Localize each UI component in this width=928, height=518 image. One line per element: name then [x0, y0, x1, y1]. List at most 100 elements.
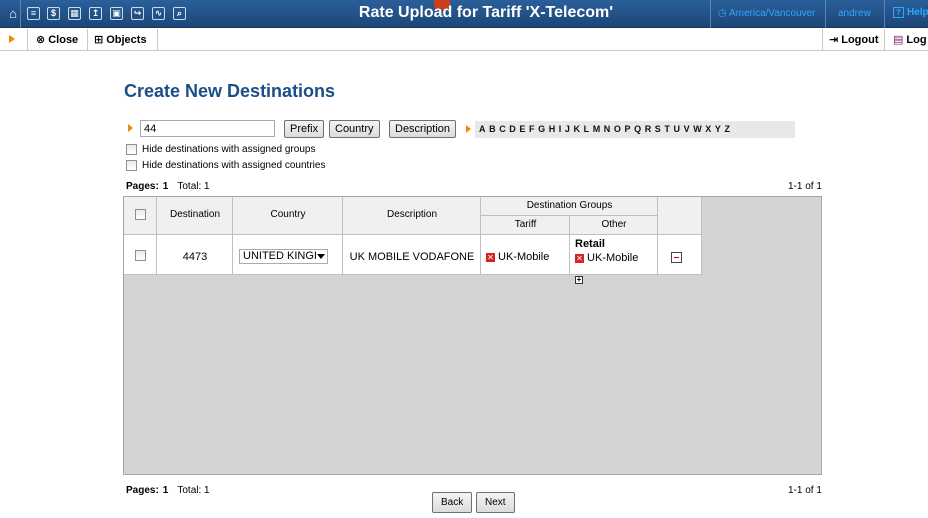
- close-button[interactable]: ⊗ Close: [36, 33, 78, 46]
- log-label: Log: [906, 34, 927, 46]
- country-header[interactable]: Country: [234, 209, 342, 220]
- letter-filter-w[interactable]: W: [693, 124, 702, 134]
- letter-filter-z[interactable]: Z: [725, 124, 731, 134]
- chart-icon[interactable]: ∿: [152, 7, 165, 20]
- user-link[interactable]: andrew: [838, 8, 871, 19]
- letter-filter-e[interactable]: E: [519, 124, 525, 134]
- add-group-icon[interactable]: +: [575, 276, 583, 284]
- col-divider: [701, 197, 702, 274]
- alphabet-letters: ABCDEFGHIJKLMNOPQRSTUVWXYZ: [479, 124, 734, 134]
- objects-label: Objects: [106, 34, 147, 46]
- search-icon[interactable]: ⌕: [173, 7, 186, 20]
- hide-groups-option[interactable]: Hide destinations with assigned groups: [126, 144, 315, 157]
- logout-label: Logout: [841, 34, 879, 46]
- country-select-value: UNITED KINGI: [243, 250, 317, 262]
- home-icon[interactable]: ⌂: [6, 6, 20, 21]
- help-icon: ?: [893, 7, 904, 18]
- destination-groups-header: Destination Groups: [526, 200, 613, 211]
- divider: [27, 29, 28, 51]
- letter-filter-t[interactable]: T: [664, 124, 670, 134]
- page-title: Create New Destinations: [124, 81, 336, 101]
- col-divider: [657, 197, 658, 274]
- grid-icon[interactable]: ▦: [68, 7, 81, 20]
- letter-filter-p[interactable]: P: [624, 124, 630, 134]
- total-label: Total: 1: [177, 485, 210, 496]
- pages-label: Pages:: [126, 485, 159, 496]
- letter-filter-s[interactable]: S: [655, 124, 661, 134]
- letter-filter-a[interactable]: A: [479, 124, 486, 134]
- help-link[interactable]: ? Help: [893, 7, 928, 18]
- country-button[interactable]: Country: [329, 120, 380, 138]
- upload-icon[interactable]: ↥: [89, 7, 102, 20]
- description-header[interactable]: Description: [344, 209, 480, 220]
- divider: [87, 29, 88, 51]
- letter-filter-u[interactable]: U: [674, 124, 681, 134]
- log-button[interactable]: ▤ Log: [893, 33, 927, 46]
- letter-filter-b[interactable]: B: [489, 124, 496, 134]
- logout-button[interactable]: ⇥ Logout: [829, 33, 878, 46]
- close-icon: ⊗: [36, 34, 46, 46]
- divider: [710, 0, 711, 28]
- remove-row-icon[interactable]: [671, 252, 682, 263]
- letter-filter-n[interactable]: N: [604, 124, 611, 134]
- page-number[interactable]: 1: [163, 181, 169, 192]
- description-button[interactable]: Description: [389, 120, 457, 138]
- search-input[interactable]: [140, 120, 275, 137]
- page-number[interactable]: 1: [163, 485, 169, 496]
- row-checkbox[interactable]: [135, 250, 146, 261]
- filter-arrow-icon: [128, 124, 133, 132]
- remove-group-icon[interactable]: ✕: [486, 253, 495, 262]
- hide-countries-label: Hide destinations with assigned countrie…: [142, 160, 326, 172]
- hide-countries-option[interactable]: Hide destinations with assigned countrie…: [126, 160, 325, 173]
- hide-groups-label: Hide destinations with assigned groups: [142, 144, 316, 156]
- divider: [20, 0, 21, 28]
- objects-icon: ⊞: [94, 34, 104, 46]
- image-icon[interactable]: ▣: [110, 7, 123, 20]
- letter-filter-h[interactable]: H: [549, 124, 556, 134]
- share-icon[interactable]: ↪: [131, 7, 144, 20]
- remove-group-icon[interactable]: ✕: [575, 254, 584, 263]
- next-button[interactable]: Next: [476, 492, 515, 513]
- objects-button[interactable]: ⊞ Objects: [94, 33, 147, 46]
- pages-label: Pages:: [126, 181, 159, 192]
- letter-filter-o[interactable]: O: [614, 124, 621, 134]
- letter-filter-v[interactable]: V: [684, 124, 690, 134]
- letter-filter-k[interactable]: K: [574, 124, 581, 134]
- chevron-down-icon: [317, 254, 325, 259]
- hide-countries-checkbox[interactable]: [126, 160, 137, 171]
- timezone-label: America/Vancouver: [728, 8, 816, 19]
- divider: [884, 0, 885, 28]
- hide-groups-checkbox[interactable]: [126, 144, 137, 155]
- letter-arrow-icon: [466, 125, 471, 133]
- pagination-top: Pages: 1 Total: 1: [126, 181, 210, 192]
- country-select[interactable]: UNITED KINGI: [239, 249, 328, 264]
- range-label-bottom: 1-1 of 1: [788, 485, 822, 496]
- list-icon[interactable]: ≡: [27, 7, 40, 20]
- letter-filter-d[interactable]: D: [509, 124, 516, 134]
- destination-header[interactable]: Destination: [158, 209, 232, 220]
- window-title: Rate Upload for Tariff 'X-Telecom': [358, 4, 614, 21]
- letter-filter-j[interactable]: J: [565, 124, 570, 134]
- letter-filter-m[interactable]: M: [593, 124, 601, 134]
- col-divider: [232, 197, 233, 274]
- other-group-heading: Retail: [575, 238, 605, 250]
- letter-filter-x[interactable]: X: [705, 124, 711, 134]
- total-label: Total: 1: [177, 181, 210, 192]
- other-group-cell: ✕ UK-Mobile: [575, 252, 638, 264]
- letter-filter-r[interactable]: R: [645, 124, 652, 134]
- back-button[interactable]: Back: [432, 492, 473, 513]
- letter-filter-f[interactable]: F: [529, 124, 535, 134]
- timezone-link[interactable]: ◷ America/Vancouver: [718, 8, 815, 19]
- letter-filter-q[interactable]: Q: [634, 124, 641, 134]
- prefix-button[interactable]: Prefix: [284, 120, 325, 138]
- select-all-checkbox[interactable]: [135, 209, 146, 220]
- letter-filter-l[interactable]: L: [584, 124, 590, 134]
- dollar-icon[interactable]: $: [47, 7, 60, 20]
- letter-filter-y[interactable]: Y: [715, 124, 721, 134]
- divider: [822, 29, 823, 51]
- letter-filter-g[interactable]: G: [538, 124, 545, 134]
- letter-filter-c[interactable]: C: [499, 124, 506, 134]
- close-label: Close: [48, 34, 79, 46]
- letter-filter-i[interactable]: I: [559, 124, 562, 134]
- tariff-group-cell: ✕ UK-Mobile: [486, 251, 549, 263]
